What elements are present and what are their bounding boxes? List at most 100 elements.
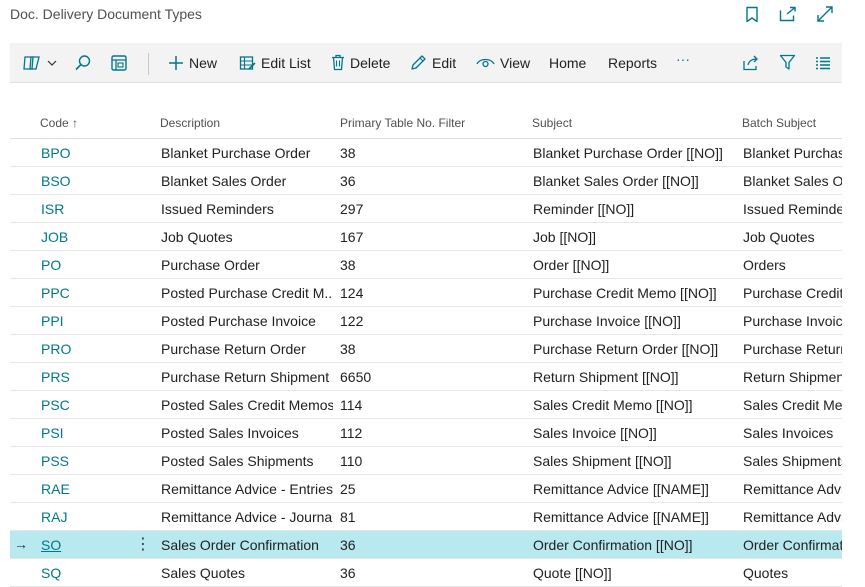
column-header-code[interactable]: Code ↑ <box>40 116 78 130</box>
code-cell[interactable]: RAJ <box>41 509 101 525</box>
description-cell: Issued Reminders <box>161 201 274 217</box>
primary-table-filter-cell: 297 <box>340 201 364 217</box>
share-button[interactable] <box>742 43 760 82</box>
table-row[interactable]: PO Purchase Order 38 Order [[NO]] Orders <box>10 251 842 279</box>
edit-list-button[interactable]: Edit List <box>239 43 311 82</box>
table-row[interactable]: → ⋮ SO Sales Order Confirmation 36 Order Conf… <box>10 531 842 559</box>
column-header-primary-table[interactable]: Primary Table No. Filter <box>340 116 465 130</box>
chevron-down-icon <box>47 59 57 67</box>
open-in-new-window-icon[interactable] <box>778 4 798 24</box>
subject-cell: Return Shipment [[NO]] <box>533 369 679 385</box>
table-row[interactable]: BSO Blanket Sales Order 36 Blanket Sales Or… <box>10 167 842 195</box>
subject-cell: Sales Credit Memo [[NO]] <box>533 397 693 413</box>
row-actions-icon[interactable]: ⋮ <box>135 534 151 554</box>
code-cell[interactable]: PSS <box>41 453 101 469</box>
primary-table-filter-cell: 114 <box>340 397 363 413</box>
table-row[interactable]: PRS Purchase Return Shipment 6650 Return Sh… <box>10 363 842 391</box>
search-icon <box>74 54 92 72</box>
batch-subject-cell: Blanket Sales Or <box>743 173 842 189</box>
more-options-button[interactable]: ··· <box>676 39 690 78</box>
delete-label: Delete <box>350 54 391 71</box>
table-row[interactable]: PPI Posted Purchase Invoice 122 Purchase In… <box>10 307 842 335</box>
code-cell[interactable]: PSC <box>41 397 101 413</box>
column-header-description[interactable]: Description <box>160 116 220 130</box>
title-bar: Doc. Delivery Document Types <box>0 0 865 42</box>
table-row[interactable]: ISR Issued Reminders 297 Reminder [[NO]] Iss… <box>10 195 842 223</box>
table-row[interactable]: SQ Sales Quotes 36 Quote [[NO]] Quotes <box>10 559 842 587</box>
code-cell[interactable]: PPC <box>41 285 101 301</box>
analysis-icon <box>110 54 128 72</box>
code-cell[interactable]: RAE <box>41 481 101 497</box>
edit-button[interactable]: Edit <box>410 43 456 82</box>
grid-body: BPO Blanket Purchase Order 38 Blanket Purch… <box>10 139 842 587</box>
table-row[interactable]: JOB Job Quotes 167 Job [[NO]] Job Quotes <box>10 223 842 251</box>
code-cell[interactable]: SO <box>41 537 101 553</box>
code-cell[interactable]: PRS <box>41 369 101 385</box>
code-cell[interactable]: PO <box>41 257 101 273</box>
edit-label: Edit <box>432 54 457 71</box>
code-cell[interactable]: SQ <box>41 565 101 581</box>
description-cell: Posted Purchase Invoice <box>161 313 316 329</box>
description-cell: Purchase Return Order <box>161 341 306 357</box>
table-row[interactable]: BPO Blanket Purchase Order 38 Blanket Purch… <box>10 139 842 167</box>
description-cell: Remittance Advice - Journal <box>161 509 333 525</box>
home-menu[interactable]: Home <box>549 43 586 82</box>
analysis-mode-button[interactable] <box>110 43 128 82</box>
view-button[interactable]: View <box>476 43 530 82</box>
table-row[interactable]: PSI Posted Sales Invoices 112 Sales Invoice… <box>10 419 842 447</box>
filter-pane-button[interactable] <box>22 43 57 82</box>
primary-table-filter-cell: 112 <box>340 425 363 441</box>
primary-table-filter-cell: 124 <box>340 285 364 301</box>
subject-cell: Purchase Credit Memo [[NO]] <box>533 285 717 301</box>
new-button[interactable]: New <box>168 43 217 82</box>
batch-subject-cell: Orders <box>743 257 786 273</box>
eye-icon <box>476 56 495 70</box>
list-view-button[interactable] <box>815 43 831 82</box>
primary-table-filter-cell: 38 <box>340 145 356 161</box>
column-header-batch-subject[interactable]: Batch Subject <box>742 116 816 130</box>
table-row[interactable]: PPC Posted Purchase Credit M... 124 Purchas… <box>10 279 842 307</box>
page-title: Doc. Delivery Document Types <box>10 6 202 22</box>
code-cell[interactable]: PPI <box>41 313 101 329</box>
filter-button[interactable] <box>779 43 796 82</box>
subject-cell: Sales Shipment [[NO]] <box>533 453 672 469</box>
batch-subject-cell: Sales Credit Mer <box>743 397 842 413</box>
code-cell[interactable]: BPO <box>41 145 101 161</box>
subject-cell: Order [[NO]] <box>533 257 610 273</box>
code-cell[interactable]: BSO <box>41 173 101 189</box>
code-cell[interactable]: ISR <box>41 201 101 217</box>
reports-menu[interactable]: Reports <box>608 43 657 82</box>
home-label: Home <box>549 54 587 71</box>
primary-table-filter-cell: 38 <box>340 341 356 357</box>
table-row[interactable]: PSC Posted Sales Credit Memos 114 Sales Cre… <box>10 391 842 419</box>
bookmark-icon[interactable] <box>742 4 762 24</box>
description-cell: Posted Sales Shipments <box>161 453 314 469</box>
pencil-icon <box>410 54 427 71</box>
column-header-subject[interactable]: Subject <box>532 116 572 130</box>
table-row[interactable]: PSS Posted Sales Shipments 110 Sales Shipme… <box>10 447 842 475</box>
table-row[interactable]: PRO Purchase Return Order 38 Purchase Retur… <box>10 335 842 363</box>
description-cell: Posted Purchase Credit M... <box>161 285 333 301</box>
code-cell[interactable]: JOB <box>41 229 101 245</box>
subject-cell: Blanket Purchase Order [[NO]] <box>533 145 723 161</box>
table-row[interactable]: RAE Remittance Advice - Entries 25 Remittan… <box>10 475 842 503</box>
code-cell[interactable]: PSI <box>41 425 101 441</box>
subject-cell: Sales Invoice [[NO]] <box>533 425 657 441</box>
code-cell[interactable]: PRO <box>41 341 101 357</box>
action-bar-separator <box>148 53 149 75</box>
expand-icon[interactable] <box>815 4 835 24</box>
reports-label: Reports <box>608 54 658 71</box>
table-row[interactable]: RAJ Remittance Advice - Journal 81 Remittan… <box>10 503 842 531</box>
search-button[interactable] <box>74 43 92 82</box>
current-row-arrow-icon: → <box>14 536 28 552</box>
batch-subject-cell: Order Confirmat <box>743 537 842 553</box>
primary-table-filter-cell: 25 <box>340 481 356 497</box>
subject-cell: Purchase Return Order [[NO]] <box>533 341 719 357</box>
description-cell: Blanket Purchase Order <box>161 145 311 161</box>
batch-subject-cell: Remittance Advi <box>743 481 842 497</box>
view-label: View <box>500 54 531 71</box>
delete-button[interactable]: Delete <box>331 43 390 82</box>
subject-cell: Job [[NO]] <box>533 229 597 245</box>
description-cell: Purchase Order <box>161 257 260 273</box>
trash-icon <box>331 54 345 71</box>
